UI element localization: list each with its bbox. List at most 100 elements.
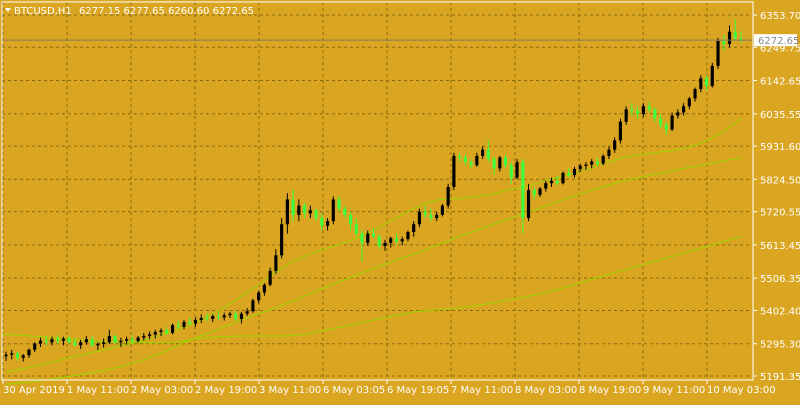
candle-body — [699, 78, 703, 90]
x-tick-label: 2 May 03:00 — [131, 385, 193, 396]
candle-body — [624, 109, 628, 122]
x-tick-label: 10 May 03:00 — [707, 385, 776, 396]
y-tick-label: 5931.60 — [760, 142, 800, 153]
candle-body — [538, 188, 542, 195]
candle-body — [681, 106, 686, 113]
x-tick-label: 3 May 11:00 — [259, 385, 321, 396]
y-tick-label: 5191.35 — [760, 372, 800, 383]
candle-body — [727, 31, 732, 45]
candle-body — [704, 78, 709, 87]
candle-body — [153, 332, 157, 335]
candle-body — [205, 318, 209, 320]
candle-body — [463, 157, 467, 163]
candle-body — [21, 355, 25, 358]
candle-body — [245, 311, 249, 314]
candle-body — [664, 124, 668, 130]
x-tick-label: 6 May 03:05 — [323, 385, 385, 396]
candle-body — [331, 199, 335, 222]
candle-body — [687, 98, 691, 107]
y-tick-label: 5506.35 — [760, 274, 800, 285]
candle-body — [84, 339, 88, 343]
candle-body — [228, 313, 232, 316]
candle-body — [366, 233, 370, 243]
candle-body — [291, 199, 295, 215]
candle-body — [452, 155, 456, 187]
candle-body — [446, 186, 450, 206]
candle-body — [618, 121, 622, 141]
current-price-label: 6272.65 — [754, 34, 799, 47]
candle-body — [377, 236, 381, 246]
candle-body — [389, 238, 393, 243]
candle-body — [61, 338, 66, 341]
candle-body — [44, 340, 48, 343]
candle-body — [337, 199, 341, 209]
candle-body — [469, 162, 473, 166]
candle-body — [343, 208, 347, 215]
candle-body — [10, 353, 14, 355]
candle-body — [119, 340, 123, 343]
y-tick-label: 6035.55 — [760, 110, 800, 121]
candle-body — [4, 354, 8, 357]
price-chart[interactable]: 6353.706249.756142.656035.555931.605824.… — [0, 0, 800, 400]
candle-body — [544, 183, 548, 189]
candle-body — [280, 224, 284, 256]
y-tick-label: 5295.30 — [760, 340, 800, 351]
candle-body — [555, 180, 559, 184]
candle-body — [515, 162, 519, 178]
candle-body — [549, 180, 554, 184]
candle-body — [257, 292, 261, 301]
candle-body — [630, 109, 634, 111]
candle-body — [532, 190, 536, 195]
candle-body — [412, 224, 416, 233]
candle-body — [176, 325, 180, 327]
candle-body — [211, 316, 215, 319]
y-tick-label: 5720.55 — [760, 208, 800, 219]
candle-body — [38, 340, 43, 344]
candle-body — [15, 353, 20, 358]
candle-body — [486, 149, 490, 160]
candle-body — [613, 140, 617, 150]
candle-body — [481, 149, 485, 156]
candle-body — [27, 349, 31, 356]
candle-body — [595, 161, 600, 164]
y-tick-label: 5613.45 — [760, 241, 800, 252]
candle-body — [670, 115, 674, 130]
candle-body — [314, 210, 318, 219]
candle-body — [79, 342, 83, 346]
candle-body — [521, 162, 525, 219]
candle-body — [429, 214, 433, 219]
x-tick-label: 8 May 03:00 — [515, 385, 577, 396]
candle-body — [400, 239, 404, 242]
symbol-label: BTCUSD,H1 — [14, 6, 72, 17]
candle-body — [262, 284, 266, 293]
candle-body — [492, 159, 496, 169]
candle-body — [113, 336, 117, 343]
x-tick-label: 2 May 19:00 — [195, 385, 257, 396]
candle-body — [170, 325, 175, 333]
candle-body — [371, 233, 376, 237]
candle-body — [107, 336, 111, 343]
y-tick-label: 6353.70 — [760, 11, 800, 22]
candle-body — [693, 89, 697, 99]
candle-body — [303, 205, 307, 214]
candle-body — [653, 109, 657, 119]
candle-body — [308, 210, 312, 214]
candle-body — [417, 211, 422, 225]
candle-body — [96, 343, 100, 346]
candle-body — [320, 218, 324, 226]
candle-body — [440, 205, 444, 215]
candle-body — [733, 31, 737, 39]
candle-body — [136, 337, 140, 342]
x-tick-label: 1 May 11:00 — [67, 385, 129, 396]
candle-body — [567, 172, 571, 176]
current-price-label-text: 6272.65 — [758, 36, 799, 47]
candle-body — [584, 164, 588, 166]
candle-body — [360, 233, 364, 243]
y-tick-label: 6142.65 — [760, 77, 800, 88]
y-tick-label: 5402.40 — [760, 306, 800, 317]
candle-body — [676, 112, 680, 116]
candle-body — [498, 157, 502, 169]
candle-body — [297, 205, 301, 215]
candle-body — [636, 110, 640, 114]
candle-body — [435, 214, 439, 219]
